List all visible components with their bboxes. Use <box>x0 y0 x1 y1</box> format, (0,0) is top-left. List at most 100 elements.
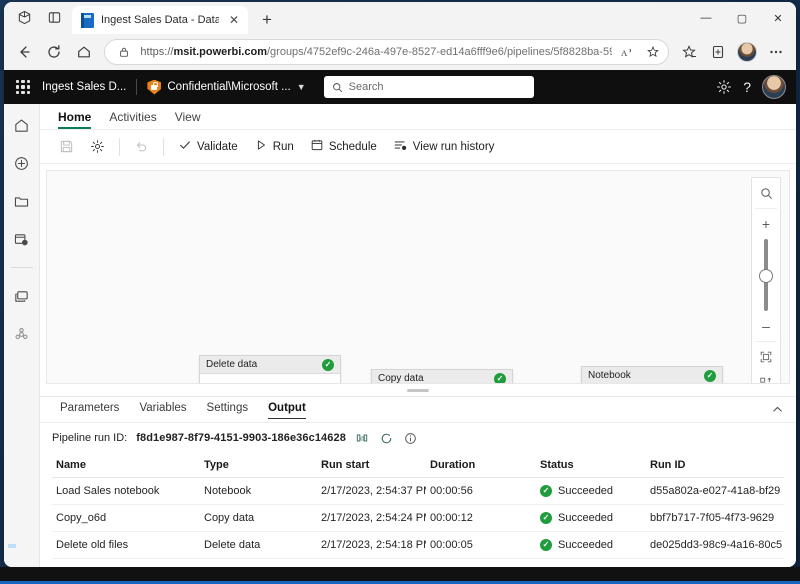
tab-view[interactable]: View <box>167 108 209 129</box>
home-button[interactable] <box>70 38 98 66</box>
tab-home[interactable]: Home <box>50 108 99 129</box>
minimize-button[interactable]: — <box>688 2 724 34</box>
cell-name: Load Sales notebook <box>52 478 200 505</box>
browser-essentials-icon[interactable] <box>10 4 38 30</box>
table-row[interactable]: Load Sales notebook Notebook 2/17/2023, … <box>52 478 784 505</box>
auto-align-icon[interactable] <box>754 372 778 384</box>
search-canvas-icon[interactable] <box>754 182 778 204</box>
chevron-up-icon[interactable] <box>771 403 784 416</box>
save-button[interactable] <box>52 135 81 159</box>
search-input[interactable]: Search <box>324 76 534 98</box>
fabric-app: Ingest Sales D... Confidential\Microsoft… <box>4 70 796 567</box>
run-id-label: Pipeline run ID: <box>52 432 127 444</box>
tab-close-icon[interactable]: ✕ <box>226 12 242 28</box>
zoom-out-icon[interactable]: – <box>754 315 778 337</box>
help-icon[interactable]: ? <box>743 79 751 95</box>
view-run-history-button[interactable]: View run history <box>386 135 502 159</box>
col-duration[interactable]: Duration <box>426 453 536 478</box>
maximize-button[interactable]: ▢ <box>724 2 760 34</box>
trash-icon <box>210 381 232 384</box>
zoom-divider <box>755 208 777 209</box>
gear-icon[interactable] <box>716 79 732 95</box>
pipeline-node-delete-data[interactable]: Delete data ✓ Delete old files <box>199 355 341 384</box>
reload-button[interactable] <box>40 38 68 66</box>
pipeline-node-copy-data[interactable]: Copy data ✓ Copy_o6d <box>371 369 513 384</box>
url-host: msit.powerbi.com <box>173 46 267 58</box>
col-type[interactable]: Type <box>200 453 317 478</box>
fit-to-screen-icon[interactable] <box>754 346 778 368</box>
zoom-slider-thumb[interactable] <box>759 269 773 283</box>
node-status-success-icon: ✓ <box>704 370 716 382</box>
checkmark-icon <box>178 138 192 155</box>
node-status-success-icon: ✓ <box>322 359 334 371</box>
undo-button[interactable] <box>127 135 156 159</box>
table-header-row: Name Type Run start Duration Status Run … <box>52 453 784 478</box>
col-status[interactable]: Status <box>536 453 646 478</box>
cell-name: Copy_o6d <box>52 505 200 532</box>
tab-output[interactable]: Output <box>260 399 314 420</box>
close-window-button[interactable]: ✕ <box>760 2 796 34</box>
status-success-icon: ✓ <box>540 485 552 497</box>
info-icon[interactable] <box>403 431 418 446</box>
cell-duration: 00:00:56 <box>426 478 536 505</box>
sidebar-item-deployment-pipelines[interactable] <box>10 323 34 345</box>
cell-run-start: 2/17/2023, 2:54:37 PM <box>317 478 426 505</box>
runs-table: Name Type Run start Duration Status Run … <box>52 453 784 559</box>
desktop: Ingest Sales Data - Data enginee ✕ + — ▢… <box>0 0 800 584</box>
url-bar[interactable]: https://msit.powerbi.com/groups/4752ef9c… <box>104 39 669 65</box>
settings-and-more-icon[interactable] <box>762 38 790 66</box>
app-launcher-icon[interactable] <box>14 78 32 96</box>
rail-divider <box>11 267 33 268</box>
sensitivity-label-button[interactable]: Confidential\Microsoft ... ▼ <box>147 80 305 95</box>
table-row[interactable]: Delete old files Delete data 2/17/2023, … <box>52 532 784 559</box>
read-aloud-icon[interactable]: A <box>619 43 637 61</box>
col-run-start[interactable]: Run start <box>317 453 426 478</box>
refresh-icon[interactable] <box>379 431 394 446</box>
tab-activities[interactable]: Activities <box>101 108 164 129</box>
back-button[interactable] <box>10 38 38 66</box>
tab-parameters[interactable]: Parameters <box>52 399 127 420</box>
cell-duration: 00:00:12 <box>426 505 536 532</box>
user-avatar[interactable] <box>762 75 786 99</box>
cell-type: Notebook <box>200 478 317 505</box>
url-protocol: https:// <box>140 46 173 58</box>
copy-icon[interactable]: @ <box>355 431 370 446</box>
tab-variables[interactable]: Variables <box>131 399 194 420</box>
search-icon <box>332 82 343 93</box>
tab-actions-icon[interactable] <box>40 4 68 30</box>
col-run-id[interactable]: Run ID <box>646 453 784 478</box>
pipeline-node-notebook[interactable]: Notebook ✓ Load Sales notebook <box>581 366 723 384</box>
pipeline-settings-button[interactable] <box>83 135 112 159</box>
status-success-icon: ✓ <box>540 539 552 551</box>
schedule-button[interactable]: Schedule <box>303 135 384 159</box>
pipeline-canvas[interactable]: + Delete data ✓ <box>46 170 790 384</box>
table-row[interactable]: Copy_o6d Copy data 2/17/2023, 2:54:24 PM… <box>52 505 784 532</box>
panel-splitter[interactable] <box>40 384 796 396</box>
sidebar-item-create[interactable] <box>10 152 34 174</box>
add-to-favorites-icon[interactable] <box>644 43 662 61</box>
collections-icon[interactable] <box>704 38 732 66</box>
sidebar-item-onelake-data-hub[interactable] <box>10 228 34 250</box>
zoom-divider-2 <box>755 341 777 342</box>
sidebar-item-home[interactable] <box>10 114 34 136</box>
zoom-in-icon[interactable]: + <box>754 213 778 235</box>
col-name[interactable]: Name <box>52 453 200 478</box>
taskbar-app-icon-wrap[interactable] <box>6 542 24 566</box>
sidebar-item-monitoring-hub[interactable] <box>10 285 34 307</box>
tab-title: Ingest Sales Data - Data enginee <box>101 14 219 26</box>
cell-run-start: 2/17/2023, 2:54:24 PM <box>317 505 426 532</box>
sidebar-item-workspaces[interactable] <box>10 190 34 212</box>
profile-avatar-icon[interactable] <box>733 38 761 66</box>
toolbar-divider <box>119 138 120 156</box>
favorites-icon[interactable] <box>675 38 703 66</box>
browser-tab[interactable]: Ingest Sales Data - Data enginee ✕ <box>72 6 248 34</box>
left-nav-rail <box>4 104 40 567</box>
validate-button[interactable]: Validate <box>171 135 245 159</box>
zoom-slider[interactable] <box>764 239 768 311</box>
pipeline-run-id-row: Pipeline run ID: f8d1e987-8f79-4151-9903… <box>40 423 796 453</box>
run-button[interactable]: Run <box>247 135 301 159</box>
new-tab-button[interactable]: + <box>254 7 280 33</box>
cell-run-id: bbf7b717-7f05-4f73-9629 <box>646 505 784 532</box>
window-controls: — ▢ ✕ <box>688 2 796 34</box>
tab-settings[interactable]: Settings <box>199 399 257 420</box>
